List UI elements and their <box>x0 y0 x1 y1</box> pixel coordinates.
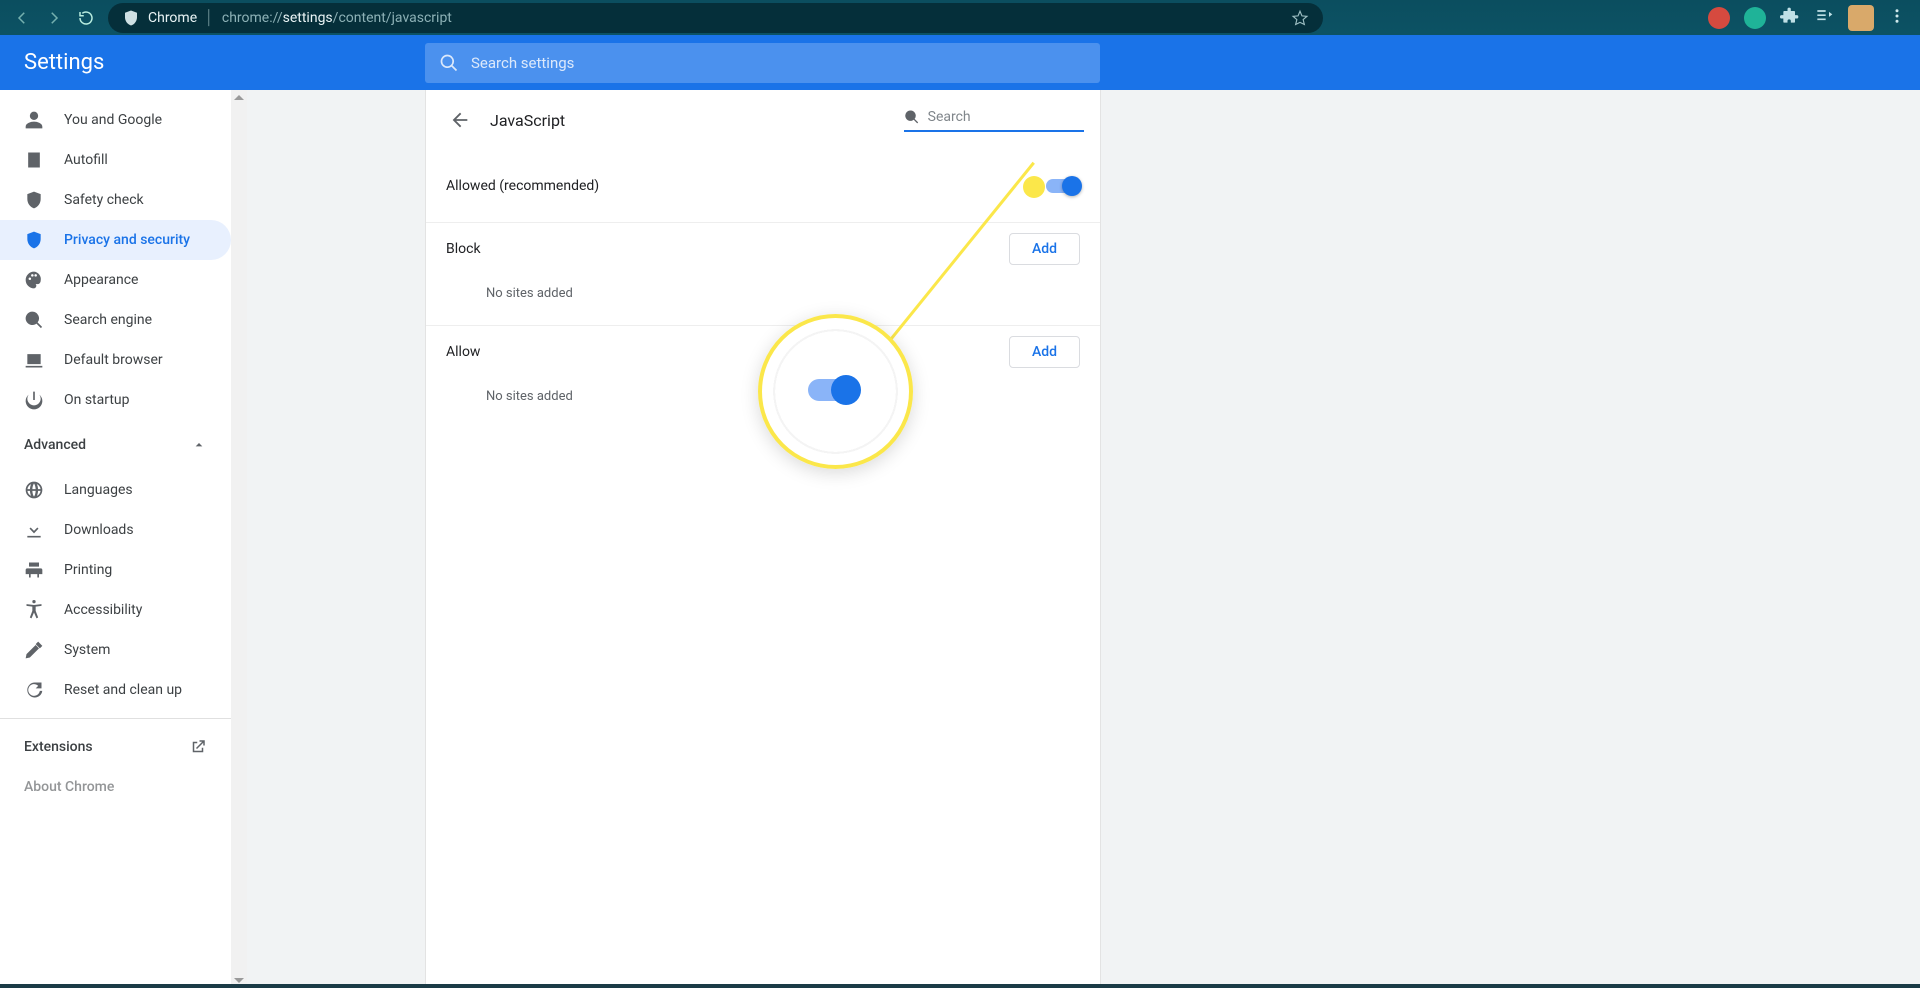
allowed-toggle[interactable] <box>1046 179 1080 193</box>
nav-back-button[interactable] <box>6 2 38 34</box>
allowed-label: Allowed (recommended) <box>446 178 599 194</box>
extension-icon-1[interactable] <box>1708 7 1730 29</box>
sidebar-item-printing[interactable]: Printing <box>0 550 231 590</box>
sidebar-item-label: Accessibility <box>64 602 142 618</box>
sidebar-item-languages[interactable]: Languages <box>0 470 231 510</box>
scroll-up-icon <box>234 93 244 103</box>
content-header: JavaScript <box>426 90 1100 150</box>
settings-body: You and Google Autofill Safety check Pri… <box>0 90 1920 988</box>
reading-list-icon[interactable] <box>1814 6 1834 30</box>
sidebar-item-autofill[interactable]: Autofill <box>0 140 231 180</box>
sidebar-item-default[interactable]: Default browser <box>0 340 231 380</box>
scheme-label: Chrome <box>148 10 197 26</box>
sidebar-item-privacy[interactable]: Privacy and security <box>0 220 231 260</box>
sidebar-about-link[interactable]: About Chrome <box>0 767 231 795</box>
sidebar-item-appearance[interactable]: Appearance <box>0 260 231 300</box>
content-card: JavaScript Allowed (recommended) Block A… <box>425 90 1101 988</box>
content-search[interactable] <box>904 108 1084 132</box>
allow-empty-text: No sites added <box>426 377 1100 428</box>
sidebar-item-label: Reset and clean up <box>64 682 182 698</box>
sidebar-item-label: On startup <box>64 392 130 408</box>
block-add-button[interactable]: Add <box>1009 233 1080 265</box>
sidebar-item-label: You and Google <box>64 112 162 128</box>
sidebar-item-label: Search engine <box>64 312 152 328</box>
sidebar-advanced-label: Advanced <box>24 437 86 453</box>
sidebar-item-label: System <box>64 642 110 658</box>
sidebar-item-you[interactable]: You and Google <box>0 100 231 140</box>
settings-header: Settings <box>0 35 1920 90</box>
sidebar-item-label: Default browser <box>64 352 163 368</box>
chrome-menu-button[interactable] <box>1888 7 1906 29</box>
sidebar-item-label: Privacy and security <box>64 232 190 248</box>
sidebar: You and Google Autofill Safety check Pri… <box>0 90 231 988</box>
sidebar-item-system[interactable]: System <box>0 630 231 670</box>
nav-forward-button[interactable] <box>38 2 70 34</box>
sidebar-item-reset[interactable]: Reset and clean up <box>0 670 231 710</box>
settings-search[interactable] <box>425 43 1100 83</box>
address-bar[interactable]: Chrome │ chrome://settings/content/javas… <box>108 3 1323 33</box>
sidebar-item-downloads[interactable]: Downloads <box>0 510 231 550</box>
sidebar-item-startup[interactable]: On startup <box>0 380 231 420</box>
sidebar-item-label: Downloads <box>64 522 134 538</box>
sidebar-column: You and Google Autofill Safety check Pri… <box>0 90 247 988</box>
settings-title: Settings <box>0 50 425 75</box>
allowed-row: Allowed (recommended) <box>426 150 1100 222</box>
content-gutter-left <box>247 90 425 988</box>
sidebar-item-search[interactable]: Search engine <box>0 300 231 340</box>
content-gutter-right <box>1101 90 1920 988</box>
sidebar-advanced-toggle[interactable]: Advanced <box>0 420 231 470</box>
allow-section-header: Allow Add <box>426 325 1100 377</box>
sidebar-divider <box>0 718 231 719</box>
external-link-icon <box>189 738 207 756</box>
sidebar-scrollbar[interactable] <box>231 90 247 988</box>
sidebar-item-label: Safety check <box>64 192 144 208</box>
bookmark-star-icon[interactable] <box>1291 9 1309 27</box>
block-section-label: Block <box>446 241 481 257</box>
block-empty-text: No sites added <box>426 274 1100 325</box>
browser-toolbar: Chrome │ chrome://settings/content/javas… <box>0 0 1920 35</box>
profile-avatar[interactable] <box>1848 5 1874 31</box>
site-info-icon <box>122 9 140 27</box>
sidebar-item-label: Autofill <box>64 152 108 168</box>
back-button[interactable] <box>442 102 478 138</box>
settings-search-input[interactable] <box>471 54 1086 72</box>
nav-reload-button[interactable] <box>70 2 102 34</box>
content-title: JavaScript <box>490 111 565 130</box>
extensions-menu-button[interactable] <box>1780 6 1800 30</box>
chevron-up-icon <box>191 437 207 453</box>
sidebar-extensions-link[interactable]: Extensions <box>0 727 231 767</box>
sidebar-item-label: Printing <box>64 562 112 578</box>
block-section-header: Block Add <box>426 222 1100 274</box>
taskbar-sliver <box>0 984 1920 988</box>
search-icon <box>904 108 920 126</box>
search-icon <box>439 53 459 73</box>
sidebar-item-safety[interactable]: Safety check <box>0 180 231 220</box>
sidebar-item-label: Languages <box>64 482 133 498</box>
sidebar-extensions-label: Extensions <box>24 739 93 755</box>
sidebar-item-label: Appearance <box>64 272 138 288</box>
sidebar-item-accessibility[interactable]: Accessibility <box>0 590 231 630</box>
extension-icon-2[interactable] <box>1744 7 1766 29</box>
allow-section-label: Allow <box>446 344 480 360</box>
allow-add-button[interactable]: Add <box>1009 336 1080 368</box>
content-search-input[interactable] <box>928 109 1084 125</box>
